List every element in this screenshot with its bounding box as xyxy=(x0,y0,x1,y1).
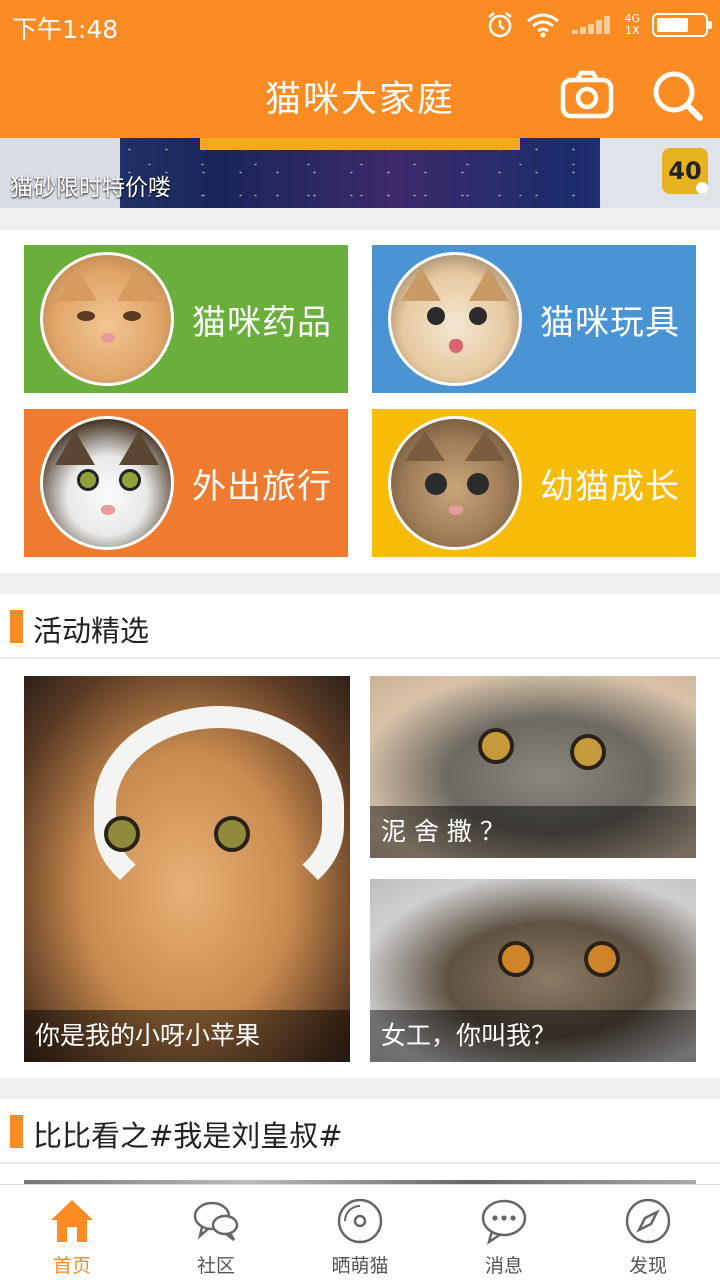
activity-caption: 你是我的小呀小苹果 xyxy=(24,1010,350,1062)
category-label: 猫咪药品 xyxy=(192,302,332,343)
tab-label: 社区 xyxy=(196,1255,235,1277)
message-icon xyxy=(481,1199,527,1245)
tab-messages[interactable]: 消息 xyxy=(432,1185,576,1280)
search-icon[interactable] xyxy=(650,68,704,122)
section-title: 活动精选 xyxy=(33,614,150,648)
camera-icon[interactable] xyxy=(560,68,614,122)
category-label: 猫咪玩具 xyxy=(540,302,680,343)
status-bar: 下午1:48 4G 1X xyxy=(0,0,720,50)
bottom-tab-bar: 首页 社区 晒萌猫 消息 发现 xyxy=(0,1184,720,1280)
tab-community[interactable]: 社区 xyxy=(144,1185,288,1280)
section-header-compare[interactable]: 比比看之#我是刘皇叔# xyxy=(0,1099,720,1163)
compass-icon xyxy=(625,1198,671,1244)
activity-card-what[interactable]: 泥 舍 撒 ？ xyxy=(370,676,696,858)
chat-bubbles-icon xyxy=(193,1201,239,1241)
battery-icon xyxy=(652,13,712,37)
promo-banner[interactable]: 40 猫砂限时特价喽 xyxy=(0,138,720,208)
cat-eye xyxy=(214,816,250,852)
activities-grid: 你是我的小呀小苹果 泥 舍 撒 ？ 女工，你叫我？ xyxy=(0,659,720,1078)
activity-caption: 泥 舍 撒 ？ xyxy=(370,806,696,858)
category-label: 幼猫成长 xyxy=(540,466,680,507)
tab-home[interactable]: 首页 xyxy=(0,1185,144,1280)
cat-avatar xyxy=(388,416,522,550)
section-accent-bar xyxy=(10,1115,23,1148)
tab-label: 晒萌猫 xyxy=(331,1255,389,1277)
tab-label: 发现 xyxy=(628,1255,667,1277)
cat-avatar xyxy=(40,416,174,550)
activity-card-called-me[interactable]: 女工，你叫我？ xyxy=(370,879,696,1062)
wifi-icon xyxy=(527,13,560,38)
activity-caption: 女工，你叫我？ xyxy=(370,1010,696,1062)
status-time: 下午1:48 xyxy=(12,15,119,44)
section-title: 比比看之#我是刘皇叔# xyxy=(33,1119,343,1153)
category-kitten-growth[interactable]: 幼猫成长 xyxy=(372,409,696,557)
home-icon xyxy=(51,1200,93,1242)
disc-icon xyxy=(337,1198,383,1244)
tab-show-cats[interactable]: 晒萌猫 xyxy=(288,1185,432,1280)
category-label: 外出旅行 xyxy=(192,466,332,507)
cat-headwrap xyxy=(94,706,344,906)
cat-eye xyxy=(498,941,534,977)
alarm-icon xyxy=(488,12,513,38)
category-grid: 猫咪药品 猫咪玩具 外出旅行 幼猫成长 xyxy=(0,230,720,573)
section-header-activities[interactable]: 活动精选 xyxy=(0,594,720,658)
cat-eye xyxy=(570,734,606,770)
activity-card-apple[interactable]: 你是我的小呀小苹果 xyxy=(24,676,350,1062)
network-type: 4G 1X xyxy=(624,13,640,37)
banner-caption: 猫砂限时特价喽 xyxy=(10,175,171,201)
status-icons: 4G 1X xyxy=(486,8,712,42)
network-1x: 1X xyxy=(624,24,640,37)
signal-icon xyxy=(572,16,611,34)
category-toys[interactable]: 猫咪玩具 xyxy=(372,245,696,393)
cat-avatar xyxy=(40,252,174,386)
section-accent-bar xyxy=(10,610,23,643)
app-header: 下午1:48 4G 1X 猫咪大家庭 xyxy=(0,0,720,138)
tab-label: 消息 xyxy=(484,1255,523,1277)
carousel-indicator xyxy=(696,182,708,194)
tab-label: 首页 xyxy=(52,1255,91,1277)
category-travel[interactable]: 外出旅行 xyxy=(24,409,348,557)
cat-eye xyxy=(104,816,140,852)
cat-eye xyxy=(584,941,620,977)
compare-content-preview[interactable] xyxy=(0,1164,720,1186)
cat-avatar xyxy=(388,252,522,386)
tab-discover[interactable]: 发现 xyxy=(576,1185,720,1280)
cat-eye xyxy=(478,728,514,764)
category-medicine[interactable]: 猫咪药品 xyxy=(24,245,348,393)
